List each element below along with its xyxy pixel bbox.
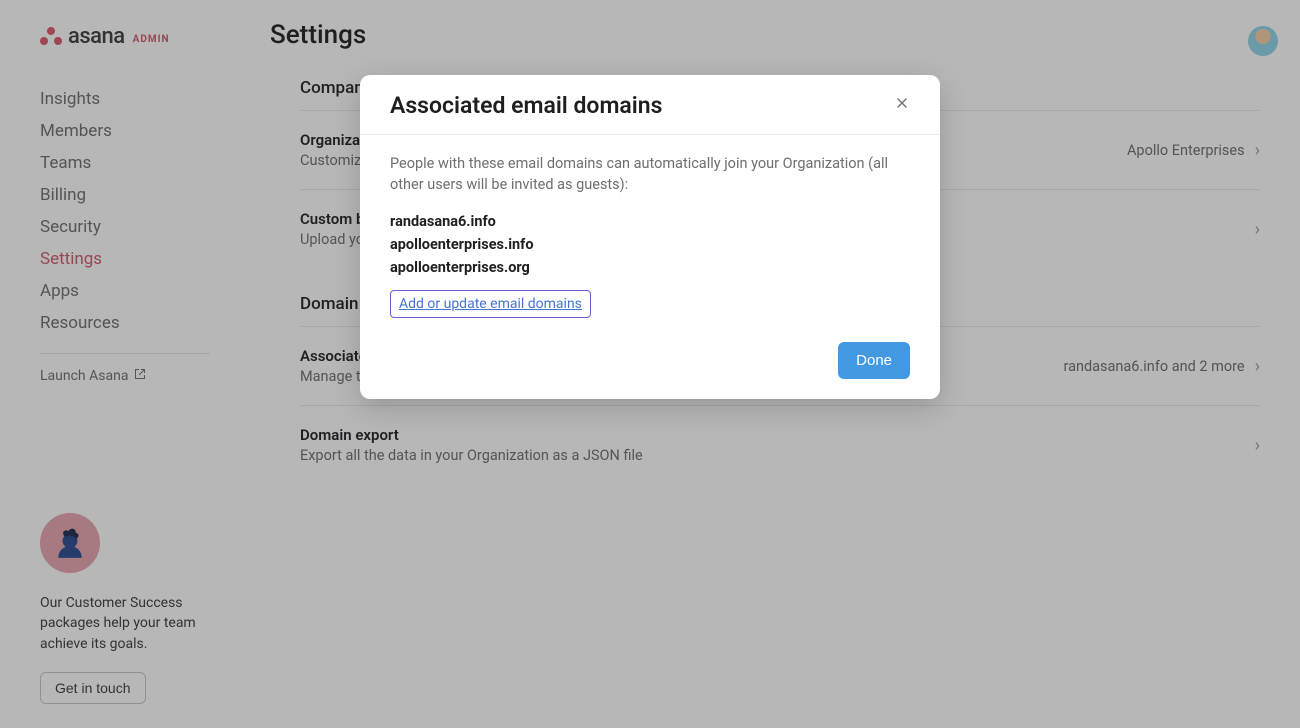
domain-list: randasana6.info apolloenterprises.info a… — [390, 213, 910, 276]
done-button[interactable]: Done — [838, 342, 910, 379]
modal-close-button[interactable] — [890, 91, 914, 120]
domain-item: apolloenterprises.info — [390, 236, 910, 253]
modal-header: Associated email domains — [360, 75, 940, 135]
add-domains-link-highlight: Add or update email domains — [390, 290, 591, 318]
modal-description: People with these email domains can auto… — [390, 153, 910, 195]
close-icon — [894, 95, 910, 115]
modal-footer: Done — [360, 328, 940, 399]
domain-item: randasana6.info — [390, 213, 910, 230]
modal-title: Associated email domains — [390, 92, 662, 119]
associated-domains-modal: Associated email domains People with the… — [360, 75, 940, 399]
domain-item: apolloenterprises.org — [390, 259, 910, 276]
add-or-update-domains-link[interactable]: Add or update email domains — [399, 296, 582, 312]
modal-body: People with these email domains can auto… — [360, 135, 940, 328]
